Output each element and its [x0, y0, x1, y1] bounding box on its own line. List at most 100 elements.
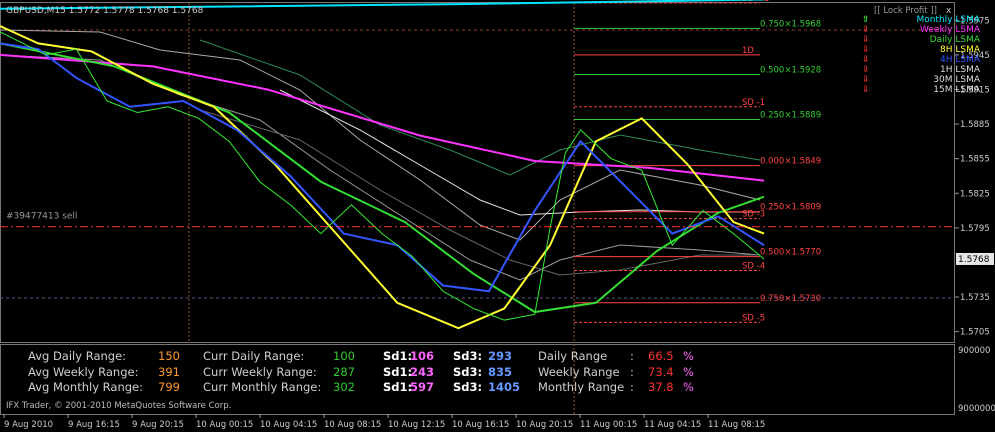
x-tick-label-2: 9 Aug 20:15	[132, 420, 184, 430]
down-arrow-icon: ⇩	[862, 65, 870, 75]
indicator-sd3-label-2: Sd3:	[453, 380, 483, 394]
indicator-sd1-val-2: 597	[410, 380, 435, 394]
x-tick-label-8: 10 Aug 20:15	[516, 420, 573, 430]
indicator-pct-unit-2: %	[683, 380, 694, 394]
indicator-pct-unit-0: %	[683, 349, 694, 363]
sell-order-label: #39477413 sell	[6, 212, 77, 222]
indicator-curr-val-0: 100	[333, 349, 355, 363]
copyright-text: IFX Trader, © 2001-2010 MetaQuotes Softw…	[6, 401, 232, 411]
indicator-pct-label-1: Weekly Range	[538, 364, 620, 379]
level-label-11: 0.750×1.5730	[760, 294, 821, 304]
main-plot-frame	[0, 2, 955, 343]
level-lines: SD +10.750×1.59681D0.500×1.5928SD -10.25…	[574, 0, 821, 323]
y-tick-label-7: 1.5735	[960, 293, 990, 303]
legend-label: Weekly LSMA	[920, 25, 980, 35]
y-tick-label-4: 1.5855	[960, 155, 990, 165]
y-tick-label-6: 1.5795	[960, 224, 990, 234]
legend-item-1h-lsma: ⇩ 1H LSMA	[862, 65, 980, 75]
legend-label: Daily LSMA	[929, 35, 980, 45]
y-tick-label-3: 1.5885	[960, 120, 990, 130]
series-line-3	[0, 25, 765, 330]
indicator-sd1-val-1: 243	[410, 364, 435, 379]
level-label-9: 0.500×1.5770	[760, 248, 821, 258]
indicator-y-label-bottom: 9000000	[958, 404, 995, 414]
legend-label: 15M LSMA	[933, 85, 980, 95]
level-label-7: 0.250×1.5809	[760, 203, 821, 213]
down-arrow-icon: ⇩	[862, 75, 870, 85]
symbol-label: GBPUSD,M15 1.5772 1.5778 1.5768 1.5768	[6, 6, 204, 16]
indicator-curr-val-1: 287	[333, 364, 355, 379]
down-arrow-icon: ⇩	[862, 35, 870, 45]
x-tick-label-3: 10 Aug 00:15	[196, 420, 253, 430]
down-arrow-icon: ⇩	[862, 85, 870, 95]
indicator-sd3-val-0: 293	[488, 349, 513, 363]
indicator-avg-label-2: Avg Monthly Range:	[28, 380, 143, 394]
x-tick-label-4: 10 Aug 04:15	[260, 420, 317, 430]
series-line-2	[0, 42, 765, 314]
indicator-sd1-label-1: Sd1:	[383, 364, 413, 379]
time-axis: 9 Aug 2010 9 Aug 16:15 9 Aug 20:15 10 Aug 0…	[3, 414, 765, 430]
indicator-avg-val-1: 391	[158, 364, 180, 379]
indicator-pct-val-0: 66.5	[648, 349, 674, 363]
down-arrow-icon: ⇩	[862, 55, 870, 65]
indicator-avg-label-1: Avg Weekly Range:	[28, 364, 139, 379]
level-label-3: 0.500×1.5928	[760, 65, 821, 75]
up-arrow-icon: ⇧	[862, 15, 870, 25]
indicator-y-label-top: 900000	[958, 346, 990, 356]
indicator-colon-2: :	[630, 380, 634, 394]
level-label-12: SD -5	[742, 313, 765, 323]
indicator-sd1-val-0: 106	[410, 349, 435, 363]
indicator-colon-0: :	[630, 349, 634, 363]
indicator-sd3-val-2: 1405	[488, 380, 521, 394]
indicator-avg-val-2: 799	[158, 380, 180, 394]
indicator-pct-label-2: Monthly Range	[538, 380, 625, 394]
indicator-sd1-label-2: Sd1:	[383, 380, 413, 394]
indicator-colon-1: :	[630, 364, 634, 379]
indicator-pct-unit-1: %	[683, 364, 694, 379]
down-arrow-icon: ⇩	[862, 25, 870, 35]
indicator-sd3-label-0: Sd3:	[453, 349, 483, 363]
x-tick-label-7: 10 Aug 16:15	[452, 420, 509, 430]
range-band-3	[199, 109, 760, 276]
x-tick-label-6: 10 Aug 12:15	[388, 420, 445, 430]
level-label-8: SD -3	[742, 210, 765, 220]
indicator-pct-val-1: 73.4	[648, 364, 674, 379]
legend-label: 1H LSMA	[939, 65, 980, 75]
x-tick-label-9: 11 Aug 00:15	[580, 420, 637, 430]
y-tick-label-8: 1.5705	[960, 328, 990, 338]
legend-label: 8H LSMA	[939, 45, 980, 55]
indicator-sd1-label-0: Sd1:	[383, 349, 413, 363]
indicator-pct-val-2: 37.8	[648, 380, 674, 394]
down-arrow-icon: ⇩	[862, 45, 870, 55]
legend-item-8h-lsma: ⇩ 8H LSMA	[862, 45, 980, 55]
x-tick-label-0: 9 Aug 2010	[4, 420, 53, 430]
x-tick-label-11: 11 Aug 08:15	[708, 420, 765, 430]
range-bands	[0, 29, 761, 281]
level-label-10: SD -4	[742, 262, 765, 272]
indicator-sd3-label-1: Sd3:	[453, 364, 483, 379]
y-tick-label-5: 1.5825	[960, 189, 990, 199]
indicator-pct-label-0: Daily Range	[538, 349, 608, 363]
x-tick-label-1: 9 Aug 16:15	[68, 420, 120, 430]
lsma-legend: ⇧ Monthly LSMA ⇩ Weekly LSMA ⇩ Daily LSMA ⇩ 8H …	[862, 15, 980, 95]
indicator-curr-label-2: Curr Monthly Range:	[203, 380, 322, 394]
indicator-curr-label-1: Curr Weekly Range:	[203, 364, 317, 379]
legend-label: 30M LSMA	[933, 75, 980, 85]
legend-item-30m-lsma: ⇩ 30M LSMA	[862, 75, 980, 85]
indicator-avg-label-0: Avg Daily Range:	[28, 349, 127, 363]
indicator-sd3-val-1: 835	[488, 364, 513, 379]
series-line-1	[0, 53, 765, 182]
current-price-label: 1.5768	[958, 255, 990, 265]
level-label-1: 0.750×1.5968	[760, 19, 821, 29]
level-label-6: 0.000×1.5849	[760, 157, 821, 167]
level-label-4: SD -1	[742, 98, 765, 108]
legend-item-daily-lsma: ⇩ Daily LSMA	[862, 35, 980, 45]
indicator-curr-val-2: 302	[333, 380, 355, 394]
level-label-5: 0.250×1.5889	[760, 110, 821, 120]
legend-item-15m-lsma: ⇩ 15M LSMA	[862, 85, 980, 95]
legend-label: Monthly LSMA	[916, 15, 980, 25]
indicator-curr-label-0: Curr Daily Range:	[203, 349, 305, 363]
level-label-2: 1D	[742, 46, 754, 56]
lsma-series	[0, 0, 765, 330]
x-tick-label-5: 10 Aug 08:15	[324, 420, 381, 430]
